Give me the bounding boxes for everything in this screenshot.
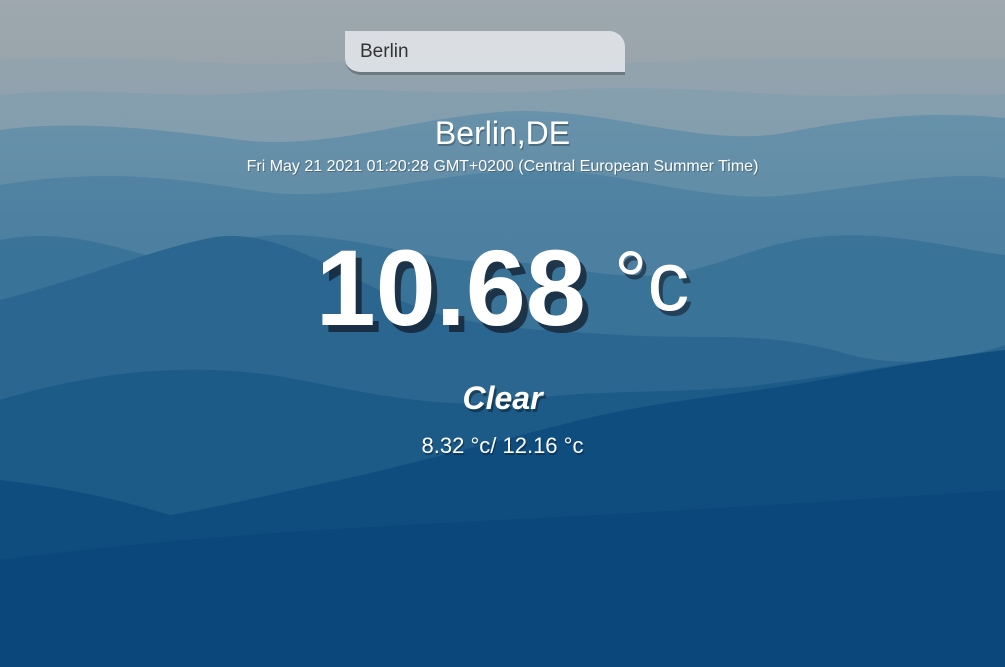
- temperature-range: 8.32 °c/ 12.16 °c: [421, 433, 584, 458]
- temperature-value: 10.68: [315, 227, 586, 348]
- temperature-display: 10.68 °c: [0, 225, 1005, 350]
- search-input[interactable]: [345, 31, 625, 75]
- temperature: 10.68 °c: [316, 225, 690, 350]
- temperature-unit: °c: [613, 234, 690, 328]
- weather-condition: Clear: [462, 380, 543, 416]
- weather-app: Berlin,DE Fri May 21 2021 01:20:28 GMT+0…: [0, 0, 1005, 667]
- location-city: Berlin,DE: [434, 115, 571, 151]
- location-date: Fri May 21 2021 01:20:28 GMT+0200 (Centr…: [246, 158, 759, 175]
